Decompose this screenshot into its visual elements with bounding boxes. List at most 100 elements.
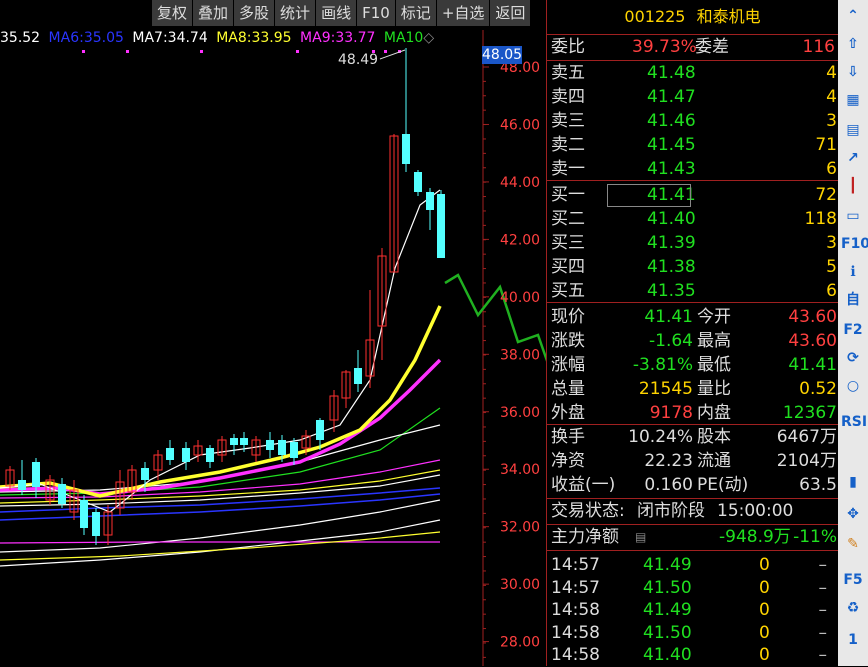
toolbar-add-favorite-button[interactable]: +自选 — [436, 0, 491, 26]
tick-price: 41.40 — [643, 645, 692, 665]
toolbar-draw-button[interactable]: 画线 — [316, 0, 358, 26]
f2-icon[interactable]: F2 — [841, 318, 865, 342]
buy-row[interactable]: 买四 41.38 5 — [547, 256, 839, 279]
toolbar-f10-button[interactable]: F10 — [357, 0, 396, 26]
stat-row[interactable]: 现价 41.41 今开 43.60 — [547, 306, 839, 329]
ma-lines — [0, 189, 442, 567]
quote-icon[interactable]: ▭ — [841, 204, 865, 228]
candle-body — [141, 468, 149, 480]
ma7-label: MA7: — [132, 30, 168, 46]
stock-icon[interactable]: ▮ — [841, 470, 865, 494]
fund-row[interactable]: 换手 10.24% 股本 6467万 — [547, 426, 839, 449]
diamond-icon[interactable]: ◇ — [423, 30, 434, 46]
buy-level-label: 买一 — [551, 185, 585, 205]
trade-status-time: 15:00:00 — [717, 501, 794, 521]
tick-volume: 0 — [759, 622, 770, 643]
tick-row[interactable]: 14:58 41.40 0 – — [547, 644, 839, 667]
self-select-icon[interactable]: 自 — [841, 288, 865, 312]
stat-label: 涨幅 — [551, 355, 585, 375]
toolbar-overlay-button[interactable]: 叠加 — [193, 0, 235, 26]
stat-value: 21545 — [638, 379, 693, 399]
kline-chart[interactable]: 48.49 48.0046.0044.0042.0040.0038.0036.0… — [0, 0, 546, 666]
buy-volume: 72 — [815, 185, 837, 205]
tick-row[interactable]: 14:57 41.50 0 – — [547, 577, 839, 600]
candle-body — [437, 194, 445, 258]
stat-row[interactable]: 涨幅 -3.81% 最低 41.41 — [547, 354, 839, 377]
sell-row[interactable]: 卖三 41.46 3 — [547, 110, 839, 133]
sell-price: 41.43 — [647, 159, 696, 179]
commit-diff-value: 116 — [802, 37, 835, 57]
sell-volume: 3 — [826, 111, 837, 131]
fund-row[interactable]: 收益(一) 0.160 PE(动) 63.5 — [547, 474, 839, 497]
toolbar-restore-right-button[interactable]: 复权 — [152, 0, 194, 26]
f5-icon[interactable]: F5 — [841, 568, 865, 592]
stat-value: 41.41 — [644, 307, 693, 327]
calculator-icon[interactable]: ▤ — [635, 526, 646, 549]
buy-row[interactable]: 买一 41.41 72 — [547, 184, 839, 207]
toolbar-back-button[interactable]: 返回 — [490, 0, 532, 26]
tick-row[interactable]: 14:58 41.50 0 – — [547, 622, 839, 645]
toolbar-stats-button[interactable]: 统计 — [275, 0, 317, 26]
ma-line-12 — [0, 358, 442, 496]
toolbar-multi-stock-button[interactable]: 多股 — [234, 0, 276, 26]
buy-row[interactable]: 买二 41.40 118 — [547, 208, 839, 231]
stat-value-2: 0.52 — [799, 379, 837, 399]
tick-row[interactable]: 14:57 41.49 0 – — [547, 554, 839, 577]
arrow-up-icon[interactable]: ⇧ — [841, 32, 865, 56]
one-icon[interactable]: 1 — [841, 628, 865, 652]
price-grid — [482, 30, 489, 666]
sell-row[interactable]: 卖二 41.45 71 — [547, 134, 839, 157]
candle-body — [18, 480, 26, 490]
fund-value: 22.23 — [644, 451, 693, 471]
main-net-label: 主力净额 — [551, 527, 619, 547]
stat-row[interactable]: 总量 21545 量比 0.52 — [547, 378, 839, 401]
pen-icon[interactable]: ✎ — [841, 532, 865, 556]
stat-row[interactable]: 涨跌 -1.64 最高 43.60 — [547, 330, 839, 353]
axis-tick-label: 46.00 — [500, 117, 540, 133]
buy-row[interactable]: 买五 41.35 6 — [547, 280, 839, 303]
toolbar-mark-button[interactable]: 标记 — [395, 0, 437, 26]
price-axis: 48.0046.0044.0042.0040.0038.0036.0034.00… — [500, 60, 540, 651]
recycle-icon[interactable]: ♻ — [841, 596, 865, 620]
move-icon[interactable]: ✥ — [841, 502, 865, 526]
candle-body — [166, 448, 174, 460]
cycle-icon[interactable]: ○ — [841, 374, 865, 398]
line-chart-icon[interactable]: ↗ — [841, 146, 865, 170]
fund-value-2: 63.5 — [799, 475, 837, 495]
axis-tick-label: 36.00 — [500, 405, 540, 421]
refresh-icon[interactable]: ⟳ — [841, 346, 865, 370]
sell-row[interactable]: 卖一 41.43 6 — [547, 158, 839, 181]
info-icon[interactable]: ℹ — [841, 260, 865, 284]
axis-tick-label: 30.00 — [500, 577, 540, 593]
tick-row[interactable]: 14:58 41.49 0 – — [547, 599, 839, 622]
rsi-icon[interactable]: RSI — [841, 410, 867, 434]
fund-row[interactable]: 净资 22.23 流通 2104万 — [547, 450, 839, 473]
list-icon[interactable]: ▤ — [841, 118, 865, 142]
trade-status-label: 交易状态: — [551, 501, 625, 521]
sell-row[interactable]: 卖四 41.47 4 — [547, 86, 839, 109]
tick-flag: – — [818, 645, 828, 665]
table-icon[interactable]: ▦ — [841, 88, 865, 112]
tick-time: 14:58 — [551, 600, 600, 620]
tick-price: 41.49 — [643, 600, 692, 620]
fund-value-2: 6467万 — [776, 427, 837, 447]
buy-row[interactable]: 买三 41.39 3 — [547, 232, 839, 255]
stat-value-2: 43.60 — [788, 307, 837, 327]
ma-marker — [384, 50, 387, 53]
stat-row[interactable]: 外盘 9178 内盘 12367 — [547, 402, 839, 425]
commit-row: 委比 39.73% 委差 116 — [547, 36, 839, 59]
current-price-tag: 48.05 — [482, 46, 523, 64]
buy-level-label: 买四 — [551, 257, 585, 277]
candle-icon[interactable]: ┃ — [841, 174, 865, 198]
sell-row[interactable]: 卖五 41.48 4 — [547, 62, 839, 85]
main-net-row[interactable]: 主力净额 ▤ -948.9万 -11% — [547, 526, 839, 549]
sell-level-label: 卖二 — [551, 135, 585, 155]
tick-price: 41.50 — [643, 622, 692, 643]
ma-line-2 — [0, 499, 441, 553]
ma-line-4 — [0, 531, 441, 561]
tick-flag: – — [818, 555, 828, 575]
chevron-up-icon[interactable]: ⌃ — [841, 4, 865, 28]
f10-icon[interactable]: F10 — [841, 232, 868, 256]
arrow-down-icon[interactable]: ⇩ — [841, 60, 865, 84]
sell-price: 41.45 — [647, 135, 696, 155]
